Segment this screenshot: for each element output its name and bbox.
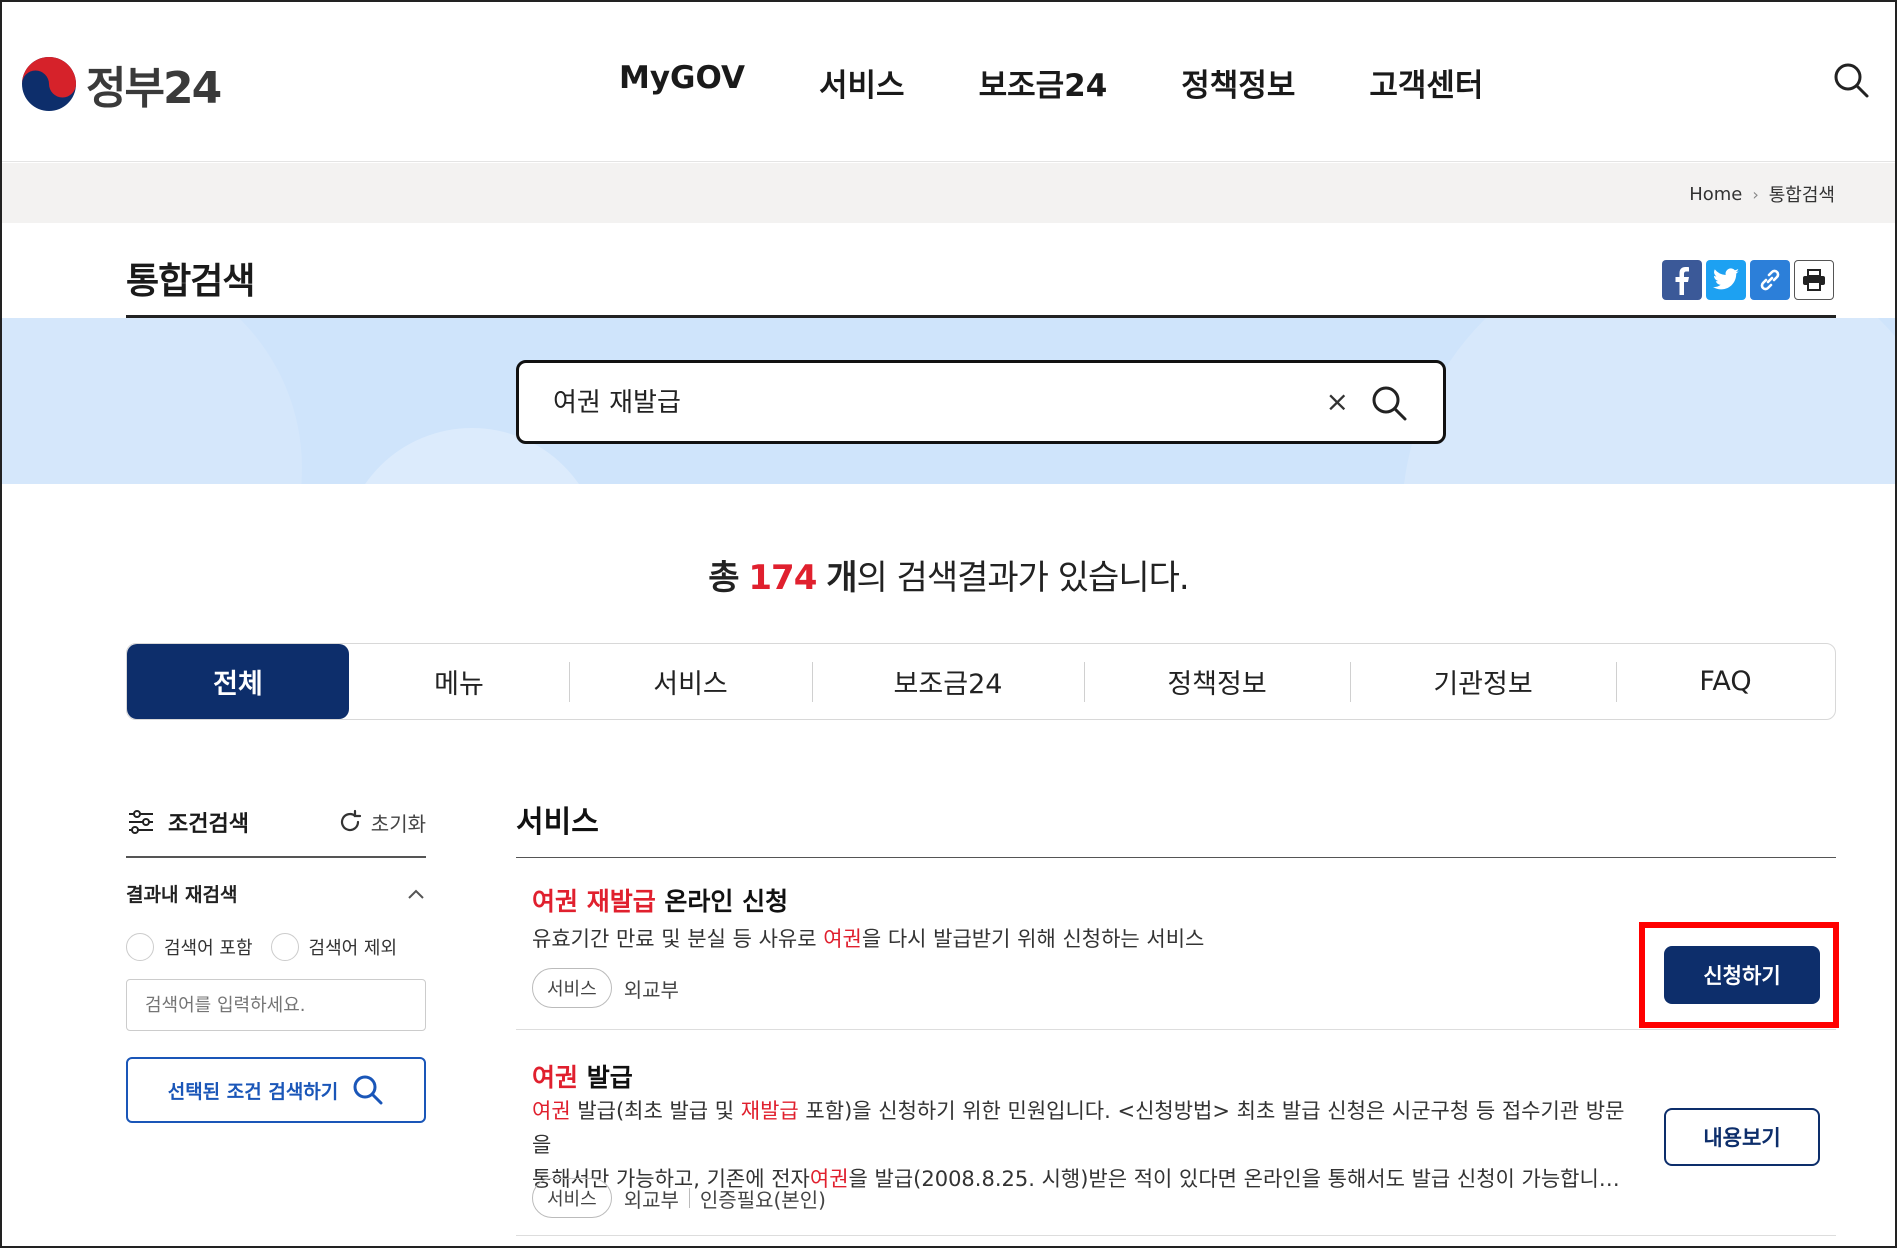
search-box: × [516, 360, 1446, 444]
printer-icon [1803, 269, 1825, 291]
filter-title-wrap: 조건검색 [126, 806, 249, 838]
result-count-prefix: 총 [708, 558, 739, 598]
exclude-radio[interactable] [270, 933, 299, 961]
result-description: 유효기간 만료 및 분실 등 사유로 여권을 다시 발급받기 위해 신청하는 서… [532, 922, 1642, 956]
desc-highlight: 여권 [823, 927, 862, 951]
tab-all[interactable]: 전체 [127, 644, 349, 719]
title-rest: 온라인 신청 [655, 887, 789, 916]
result-count-number: 174 [748, 558, 817, 598]
page-frame: 정부24 MyGOV 서비스 보조금24 정책정보 고객센터 Home › 통합… [0, 0, 1897, 1248]
desc-highlight: 여권 [532, 1099, 571, 1123]
result-count: 총 174 개의 검색결과가 있습니다. [2, 550, 1895, 599]
desc-highlight: 재발급 [740, 1099, 799, 1123]
nav-services[interactable]: 서비스 [819, 60, 905, 105]
include-label: 검색어 포함 [164, 938, 253, 959]
result-item: 여권 재발급 온라인 신청 유효기간 만료 및 분실 등 사유로 여권을 다시 … [516, 858, 1839, 1030]
clear-search-icon[interactable]: × [1326, 385, 1349, 418]
include-keyword-option[interactable]: 검색어 포함 [126, 933, 253, 961]
facebook-share-button[interactable] [1662, 260, 1702, 300]
copy-link-button[interactable] [1750, 260, 1790, 300]
result-count-suffix: 의 검색결과가 있습니다. [856, 558, 1189, 598]
category-tabs: 전체 메뉴 서비스 보조금24 정책정보 기관정보 FAQ [126, 643, 1836, 720]
desc-text: 을 다시 발급받기 위해 신청하는 서비스 [861, 927, 1205, 951]
desc-text: 발급(최초 발급 및 [570, 1099, 741, 1123]
breadcrumb-home[interactable]: Home [1689, 184, 1742, 205]
exclude-label: 검색어 제외 [308, 938, 398, 959]
apply-online-button[interactable]: 신청하기 [1664, 946, 1820, 1004]
refine-section-header[interactable]: 결과내 재검색 [126, 880, 426, 907]
category-chip: 서비스 [532, 1178, 612, 1218]
search-submit-icon[interactable] [1369, 383, 1409, 423]
tab-menu[interactable]: 메뉴 [349, 644, 569, 719]
result-title[interactable]: 여권 발급 [532, 1058, 633, 1094]
search-icon [353, 1075, 383, 1105]
decor-circle [1402, 318, 1895, 484]
logo-text: 정부24 [86, 63, 222, 114]
apply-filter-label: 선택된 조건 검색하기 [167, 1080, 339, 1103]
refine-radio-group: 검색어 포함 검색어 제외 [126, 933, 426, 961]
title-rest: 발급 [578, 1063, 633, 1092]
nav-mygov[interactable]: MyGOV [619, 60, 745, 105]
nav-policy-info[interactable]: 정책정보 [1181, 60, 1295, 105]
result-count-unit: 개 [826, 558, 857, 598]
title-highlight: 여권 [532, 1063, 579, 1092]
breadcrumb-current: 통합검색 [1768, 185, 1835, 206]
apply-filter-button[interactable]: 선택된 조건 검색하기 [126, 1057, 426, 1123]
view-details-button[interactable]: 내용보기 [1664, 1108, 1820, 1166]
tab-service[interactable]: 서비스 [569, 644, 812, 719]
tab-subsidy24[interactable]: 보조금24 [812, 644, 1084, 719]
filter-header: 조건검색 초기화 [126, 802, 426, 842]
result-meta: 서비스 외교부 인증필요(본인) [532, 1178, 826, 1218]
category-chip: 서비스 [532, 968, 612, 1008]
print-button[interactable] [1794, 260, 1834, 300]
search-band: × [2, 318, 1895, 484]
breadcrumb-bar: Home › 통합검색 [2, 163, 1895, 223]
link-icon [1760, 269, 1780, 291]
tab-faq[interactable]: FAQ [1616, 644, 1835, 719]
desc-text: 을 발급(2008.8.25. 시행)받은 적이 있다면 온라인을 통해서도 발… [848, 1167, 1620, 1191]
filter-title: 조건검색 [168, 812, 249, 837]
chevron-right-icon: › [1752, 184, 1759, 204]
header-search-icon[interactable] [1831, 60, 1871, 100]
result-title[interactable]: 여권 재발급 온라인 신청 [532, 882, 788, 918]
exclude-keyword-option[interactable]: 검색어 제외 [270, 933, 398, 961]
include-radio[interactable] [126, 933, 154, 961]
result-meta: 서비스 외교부 [532, 968, 679, 1008]
refresh-icon [340, 809, 361, 832]
refine-title: 결과내 재검색 [126, 884, 238, 906]
desc-text: 유효기간 만료 및 분실 등 사유로 [532, 927, 824, 951]
agency-label: 외교부 [623, 1187, 679, 1212]
sliders-icon [129, 810, 153, 834]
meta-divider [688, 1188, 690, 1208]
taegeuk-logo-icon [22, 57, 76, 111]
filter-reset-button[interactable]: 초기화 [337, 808, 426, 837]
tab-policy-info[interactable]: 정책정보 [1084, 644, 1350, 719]
result-item: 여권 발급 여권 발급(최초 발급 및 재발급 포함)을 신청하기 위한 민원입… [516, 1030, 1836, 1236]
search-input[interactable] [553, 385, 1253, 415]
refine-search-input[interactable] [126, 979, 426, 1031]
filter-panel: 조건검색 초기화 결과내 재검색 검색어 포함 검색어 제외 검색어를 입력하세… [126, 802, 426, 1123]
twitter-icon [1713, 268, 1739, 290]
page-title: 통합검색 [126, 261, 255, 302]
site-header: 정부24 MyGOV 서비스 보조금24 정책정보 고객센터 [2, 2, 1895, 162]
agency-label: 외교부 [623, 977, 679, 1002]
auth-label: 인증필요(본인) [699, 1187, 826, 1212]
twitter-share-button[interactable] [1706, 260, 1746, 300]
nav-customer-center[interactable]: 고객센터 [1369, 60, 1483, 105]
facebook-icon [1675, 267, 1689, 295]
results-section: 서비스 여권 재발급 온라인 신청 유효기간 만료 및 분실 등 사유로 여권을… [516, 797, 1839, 1236]
share-buttons [1662, 260, 1834, 300]
nav-subsidy24[interactable]: 보조금24 [979, 60, 1108, 105]
results-section-title: 서비스 [516, 805, 599, 840]
desc-line-1: 여권 발급(최초 발급 및 재발급 포함)을 신청하기 위한 민원입니다. <신… [532, 1094, 1642, 1162]
title-highlight: 여권 재발급 [532, 887, 656, 916]
decor-circle [2, 318, 302, 484]
chevron-up-icon[interactable] [406, 887, 426, 901]
logo[interactable]: 정부24 [20, 52, 222, 116]
breadcrumb: Home › 통합검색 [1689, 181, 1835, 207]
global-nav: MyGOV 서비스 보조금24 정책정보 고객센터 [619, 60, 1483, 105]
filter-divider [126, 856, 426, 858]
tab-agency-info[interactable]: 기관정보 [1350, 644, 1616, 719]
filter-reset-label: 초기화 [370, 811, 426, 836]
